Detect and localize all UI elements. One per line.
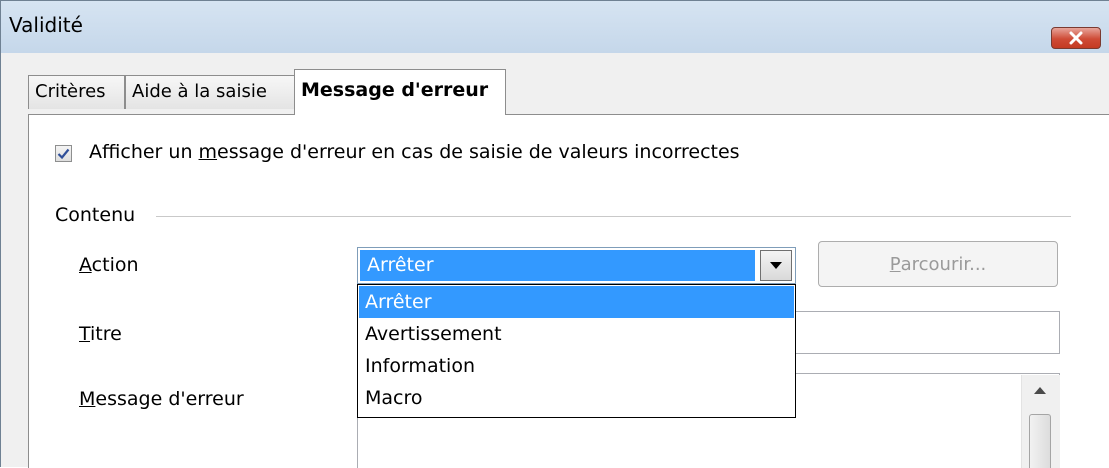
mnemonic: P [889, 253, 901, 275]
browse-button[interactable]: Parcourir... [818, 241, 1058, 287]
title-bar: Validité [1, 1, 1109, 53]
tab-input-help[interactable]: Aide à la saisie [125, 75, 295, 109]
title-label: Titre [79, 323, 122, 345]
section-divider [156, 216, 1071, 217]
dropdown-option-warning[interactable]: Avertissement [359, 318, 794, 350]
tab-label: Aide à la saisie [132, 81, 267, 102]
show-error-checkbox-label[interactable]: Afficher un message d'erreur en cas de s… [89, 141, 740, 163]
label-text: itre [90, 323, 122, 345]
title-input[interactable] [796, 311, 1060, 354]
validity-dialog: Validité Critères Aide à la saisie Messa… [0, 0, 1109, 468]
close-icon [1069, 31, 1083, 45]
button-label: arcourir... [900, 253, 987, 275]
chevron-down-icon [770, 262, 782, 269]
dropdown-option-information[interactable]: Information [359, 350, 794, 382]
tab-label: Critères [35, 81, 106, 102]
mnemonic: T [79, 323, 91, 345]
mnemonic: M [79, 388, 96, 410]
error-message-label: Message d'erreur [79, 388, 244, 410]
tab-bar: Critères Aide à la saisie Message d'erre… [28, 69, 1109, 115]
close-button[interactable] [1051, 27, 1101, 49]
checkmark-icon [57, 148, 70, 159]
action-combobox[interactable]: Arrêter [357, 247, 796, 284]
dropdown-option-stop[interactable]: Arrêter [359, 286, 794, 318]
action-selected-value: Arrêter [360, 250, 755, 281]
show-error-checkbox[interactable] [55, 145, 72, 162]
dropdown-option-macro[interactable]: Macro [359, 382, 794, 414]
tab-criteria[interactable]: Critères [28, 75, 125, 109]
scroll-thumb[interactable] [1029, 414, 1051, 468]
action-dropdown-list: Arrêter Avertissement Information Macro [357, 284, 796, 418]
scroll-up-arrow-icon[interactable] [1034, 387, 1046, 394]
label-text: essage d'erreur [95, 388, 244, 410]
label-text: essage d'erreur en cas de saisie de vale… [217, 141, 740, 163]
window-title: Validité [9, 13, 83, 37]
content-section-label: Contenu [55, 204, 136, 226]
message-scrollbar[interactable] [1021, 375, 1060, 468]
label-text: ction [91, 254, 139, 276]
mnemonic: A [79, 254, 92, 276]
tab-label: Message d'erreur [301, 79, 489, 101]
tab-error-message[interactable]: Message d'erreur [294, 69, 506, 115]
action-label: Action [79, 254, 139, 276]
mnemonic: m [198, 141, 218, 163]
label-text: Afficher un [89, 141, 199, 163]
dropdown-toggle[interactable] [760, 250, 792, 281]
